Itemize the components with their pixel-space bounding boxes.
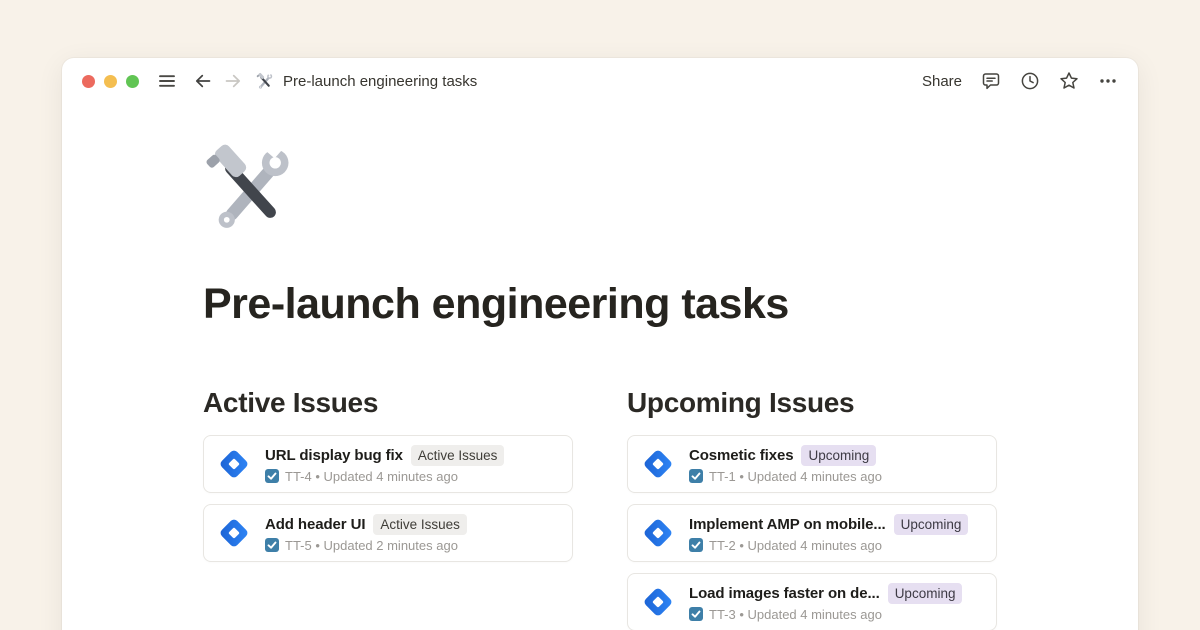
issue-meta: TT-2 • Updated 4 minutes ago: [709, 538, 882, 553]
issue-card[interactable]: Add header UI Active Issues TT-5 • Updat…: [203, 504, 573, 562]
issue-card-body: URL display bug fix Active Issues TT-4 •…: [265, 445, 504, 484]
window-controls: [82, 75, 139, 88]
issue-title-row: Implement AMP on mobile... Upcoming: [689, 514, 968, 535]
checkbox-icon: [689, 538, 703, 552]
issue-card[interactable]: Cosmetic fixes Upcoming TT-1 • Updated 4…: [627, 435, 997, 493]
column-upcoming-issues: Upcoming Issues Cosmetic fixes Upcoming …: [627, 386, 997, 630]
issue-title-row: Cosmetic fixes Upcoming: [689, 445, 882, 466]
issue-card-body: Cosmetic fixes Upcoming TT-1 • Updated 4…: [689, 445, 882, 484]
issue-meta-row: TT-1 • Updated 4 minutes ago: [689, 469, 882, 484]
ellipsis-icon: [1098, 71, 1118, 91]
column-heading[interactable]: Upcoming Issues: [627, 386, 997, 420]
page-content: Pre-launch engineering tasks Active Issu…: [62, 140, 1138, 630]
forward-arrow-icon: [223, 71, 243, 91]
status-badge: Active Issues: [373, 514, 467, 535]
issue-meta-row: TT-2 • Updated 4 minutes ago: [689, 538, 968, 553]
titlebar-actions: Share: [922, 71, 1118, 91]
issue-title: Add header UI: [265, 516, 365, 533]
favorite-button[interactable]: [1059, 71, 1079, 91]
issue-title: Load images faster on de...: [689, 585, 880, 602]
zoom-window-button[interactable]: [126, 75, 139, 88]
more-options-button[interactable]: [1098, 71, 1118, 91]
hamburger-icon: [157, 71, 177, 91]
issue-card-body: Implement AMP on mobile... Upcoming TT-2…: [689, 514, 968, 553]
breadcrumb-page-title[interactable]: Pre-launch engineering tasks: [283, 73, 477, 90]
title-bar: Pre-launch engineering tasks Share: [62, 58, 1138, 104]
jira-icon: [640, 584, 676, 620]
clock-icon: [1020, 71, 1040, 91]
status-badge: Active Issues: [411, 445, 505, 466]
comments-button[interactable]: [981, 71, 1001, 91]
jira-icon: [640, 446, 676, 482]
board-columns: Active Issues URL display bug fix Active…: [203, 386, 1138, 630]
checkbox-icon: [265, 469, 279, 483]
share-button[interactable]: Share: [922, 73, 962, 90]
issue-meta: TT-1 • Updated 4 minutes ago: [709, 469, 882, 484]
status-badge: Upcoming: [888, 583, 963, 604]
comment-bubble-icon: [981, 71, 1001, 91]
issue-card[interactable]: Load images faster on de... Upcoming TT-…: [627, 573, 997, 630]
issue-meta-row: TT-3 • Updated 4 minutes ago: [689, 607, 962, 622]
issue-card-body: Add header UI Active Issues TT-5 • Updat…: [265, 514, 467, 553]
close-window-button[interactable]: [82, 75, 95, 88]
issue-card[interactable]: URL display bug fix Active Issues TT-4 •…: [203, 435, 573, 493]
column-active-issues: Active Issues URL display bug fix Active…: [203, 386, 573, 630]
star-icon: [1059, 71, 1079, 91]
breadcrumb-page-icon: [256, 72, 274, 90]
issue-card-body: Load images faster on de... Upcoming TT-…: [689, 583, 962, 622]
issue-title: Implement AMP on mobile...: [689, 516, 886, 533]
back-arrow-icon: [193, 71, 213, 91]
jira-icon: [640, 515, 676, 551]
issue-meta: TT-4 • Updated 4 minutes ago: [285, 469, 458, 484]
issue-meta-row: TT-4 • Updated 4 minutes ago: [265, 469, 504, 484]
issue-meta: TT-5 • Updated 2 minutes ago: [285, 538, 458, 553]
checkbox-icon: [265, 538, 279, 552]
status-badge: Upcoming: [801, 445, 876, 466]
issue-title: URL display bug fix: [265, 447, 403, 464]
updates-button[interactable]: [1020, 71, 1040, 91]
jira-icon: [216, 515, 252, 551]
sidebar-menu-button[interactable]: [157, 71, 177, 91]
issue-title-row: URL display bug fix Active Issues: [265, 445, 504, 466]
issue-meta-row: TT-5 • Updated 2 minutes ago: [265, 538, 467, 553]
issue-meta: TT-3 • Updated 4 minutes ago: [709, 607, 882, 622]
forward-button[interactable]: [223, 71, 243, 91]
column-heading[interactable]: Active Issues: [203, 386, 573, 420]
issue-title-row: Add header UI Active Issues: [265, 514, 467, 535]
issue-title-row: Load images faster on de... Upcoming: [689, 583, 962, 604]
app-window: Pre-launch engineering tasks Share: [62, 58, 1138, 630]
issue-title: Cosmetic fixes: [689, 447, 793, 464]
minimize-window-button[interactable]: [104, 75, 117, 88]
back-button[interactable]: [193, 71, 213, 91]
checkbox-icon: [689, 607, 703, 621]
checkbox-icon: [689, 469, 703, 483]
issue-card[interactable]: Implement AMP on mobile... Upcoming TT-2…: [627, 504, 997, 562]
jira-icon: [216, 446, 252, 482]
status-badge: Upcoming: [894, 514, 969, 535]
page-title[interactable]: Pre-launch engineering tasks: [203, 279, 1138, 329]
hammer-and-wrench-icon[interactable]: [203, 140, 298, 235]
